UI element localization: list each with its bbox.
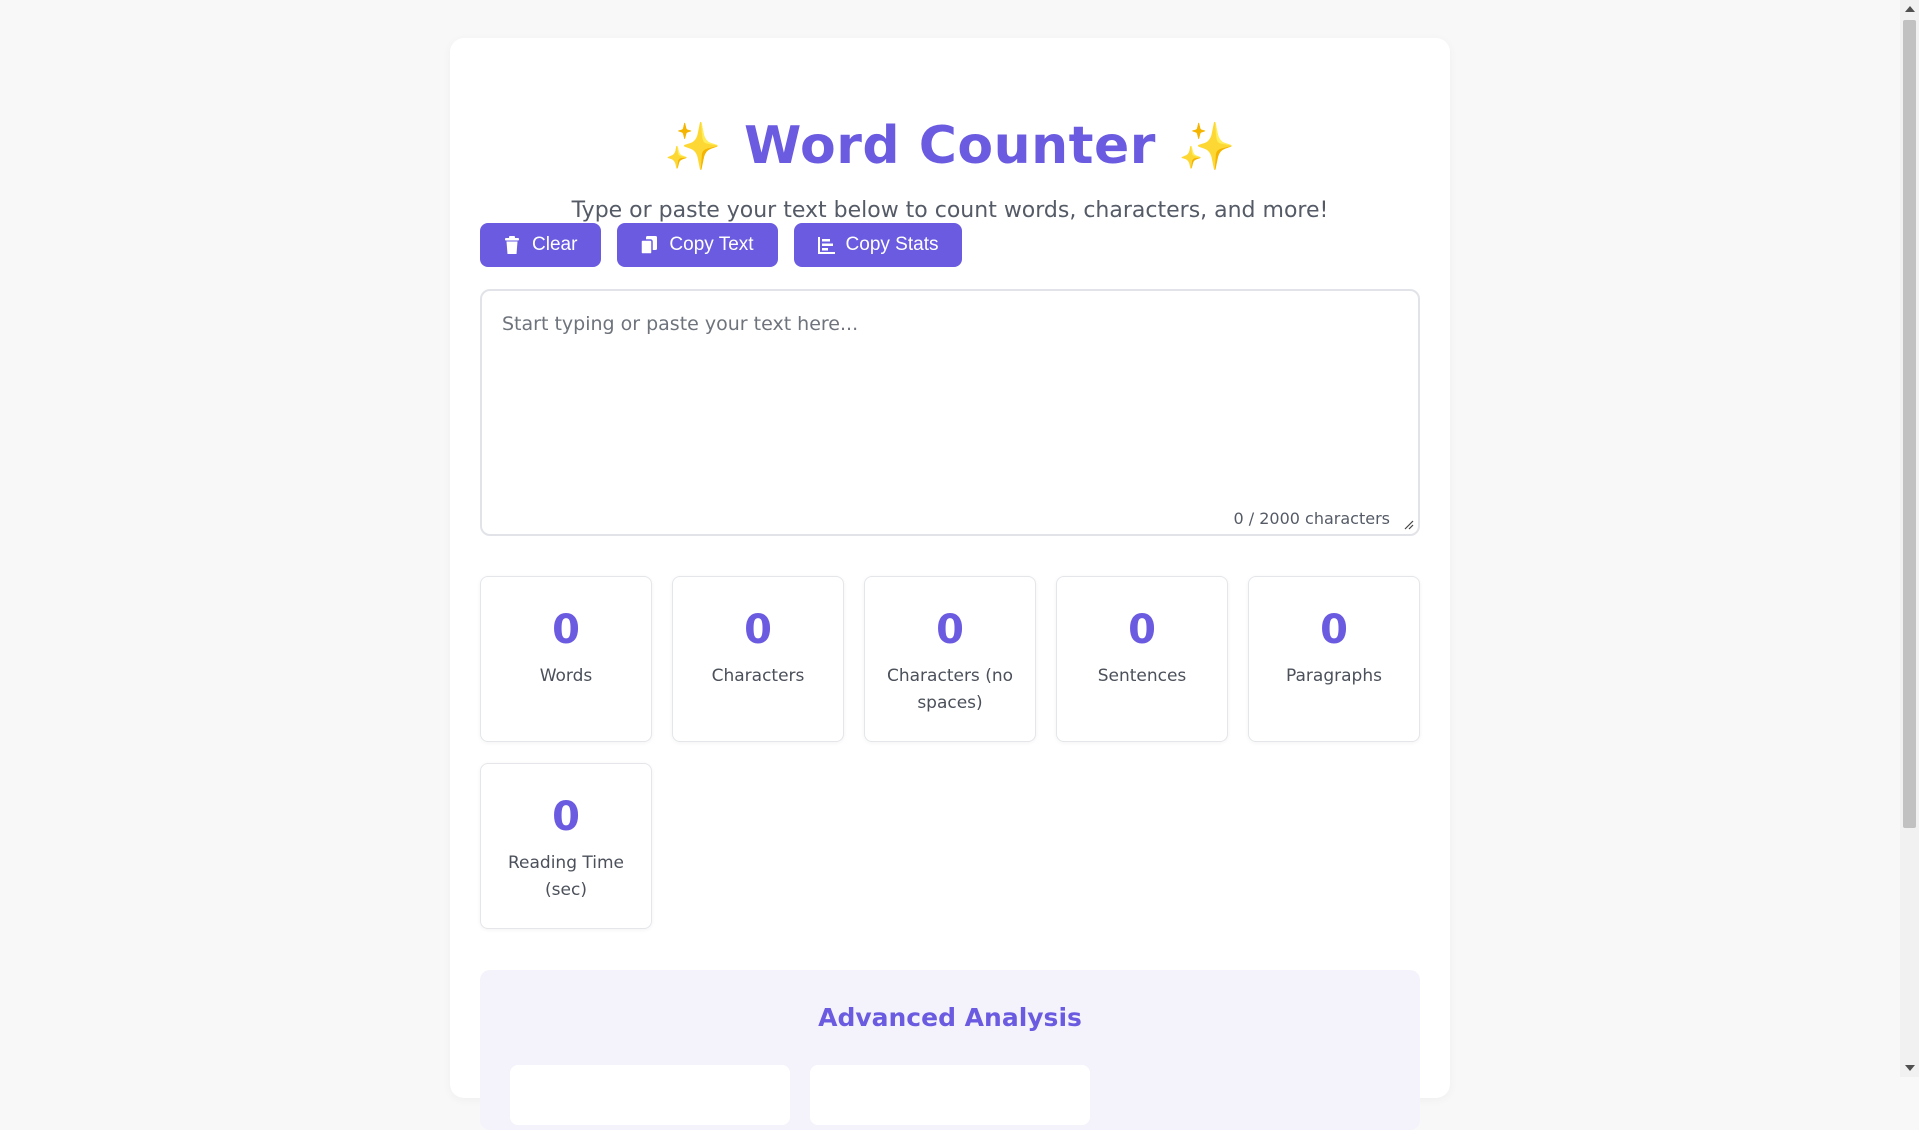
stat-label: Paragraphs bbox=[1286, 666, 1382, 686]
advanced-card bbox=[810, 1065, 1090, 1125]
char-count: 0 / 2000 characters bbox=[1233, 509, 1391, 528]
text-input[interactable] bbox=[482, 291, 1418, 534]
stat-value: 0 bbox=[936, 607, 964, 653]
page-title: ✨ Word Counter ✨ bbox=[450, 116, 1450, 176]
scroll-thumb[interactable] bbox=[1903, 20, 1916, 828]
clear-button-label: Clear bbox=[532, 234, 578, 255]
sparkle-icon: ✨ bbox=[1177, 118, 1236, 173]
sparkle-icon: ✨ bbox=[664, 118, 723, 173]
copy-text-button-label: Copy Text bbox=[669, 234, 754, 255]
stat-label: Reading Time (sec) bbox=[507, 853, 624, 900]
stat-card-reading-time: 0 Reading Time (sec) bbox=[480, 763, 652, 929]
stat-value: 0 bbox=[552, 794, 580, 840]
stat-card-paragraphs: 0 Paragraphs bbox=[1248, 576, 1420, 742]
stat-value: 0 bbox=[1128, 607, 1156, 653]
stat-label: Words bbox=[539, 666, 593, 686]
page-subtitle: Type or paste your text below to count w… bbox=[571, 198, 1329, 223]
stat-card-sentences: 0 Sentences bbox=[1056, 576, 1228, 742]
stat-label: Sentences bbox=[1097, 666, 1187, 686]
main-card: ✨ Word Counter ✨ Type or paste your text… bbox=[450, 38, 1450, 1130]
stat-card-words: 0 Words bbox=[480, 576, 652, 742]
clear-button[interactable]: Clear bbox=[480, 223, 602, 267]
copy-icon bbox=[640, 236, 658, 255]
title-text: Word Counter bbox=[744, 116, 1156, 176]
copy-text-button[interactable]: Copy Text bbox=[617, 223, 778, 267]
copy-stats-button[interactable]: Copy Stats bbox=[793, 223, 963, 267]
stat-value: 0 bbox=[552, 607, 580, 653]
advanced-analysis-section: Advanced Analysis bbox=[480, 970, 1420, 1130]
stat-card-characters: 0 Characters bbox=[672, 576, 844, 742]
scroll-up-icon[interactable] bbox=[1905, 6, 1915, 12]
stat-card-characters-no-spaces: 0 Characters (no spaces) bbox=[864, 576, 1036, 742]
copy-stats-button-label: Copy Stats bbox=[845, 234, 939, 255]
stat-label: Characters bbox=[711, 666, 805, 686]
stat-value: 0 bbox=[744, 607, 772, 653]
scroll-down-icon[interactable] bbox=[1905, 1065, 1915, 1071]
bar-chart-icon bbox=[817, 237, 835, 254]
toolbar: Clear Copy Text Copy Stats bbox=[480, 223, 963, 267]
advanced-analysis-title: Advanced Analysis bbox=[818, 1003, 1082, 1032]
resize-handle-icon[interactable] bbox=[1404, 520, 1414, 530]
stat-label: Characters (no spaces) bbox=[887, 666, 1013, 713]
advanced-card bbox=[510, 1065, 790, 1125]
stat-value: 0 bbox=[1320, 607, 1348, 653]
trash-icon bbox=[505, 236, 519, 254]
page-scrollbar[interactable] bbox=[1900, 0, 1919, 1077]
text-editor: 0 / 2000 characters bbox=[480, 289, 1420, 536]
